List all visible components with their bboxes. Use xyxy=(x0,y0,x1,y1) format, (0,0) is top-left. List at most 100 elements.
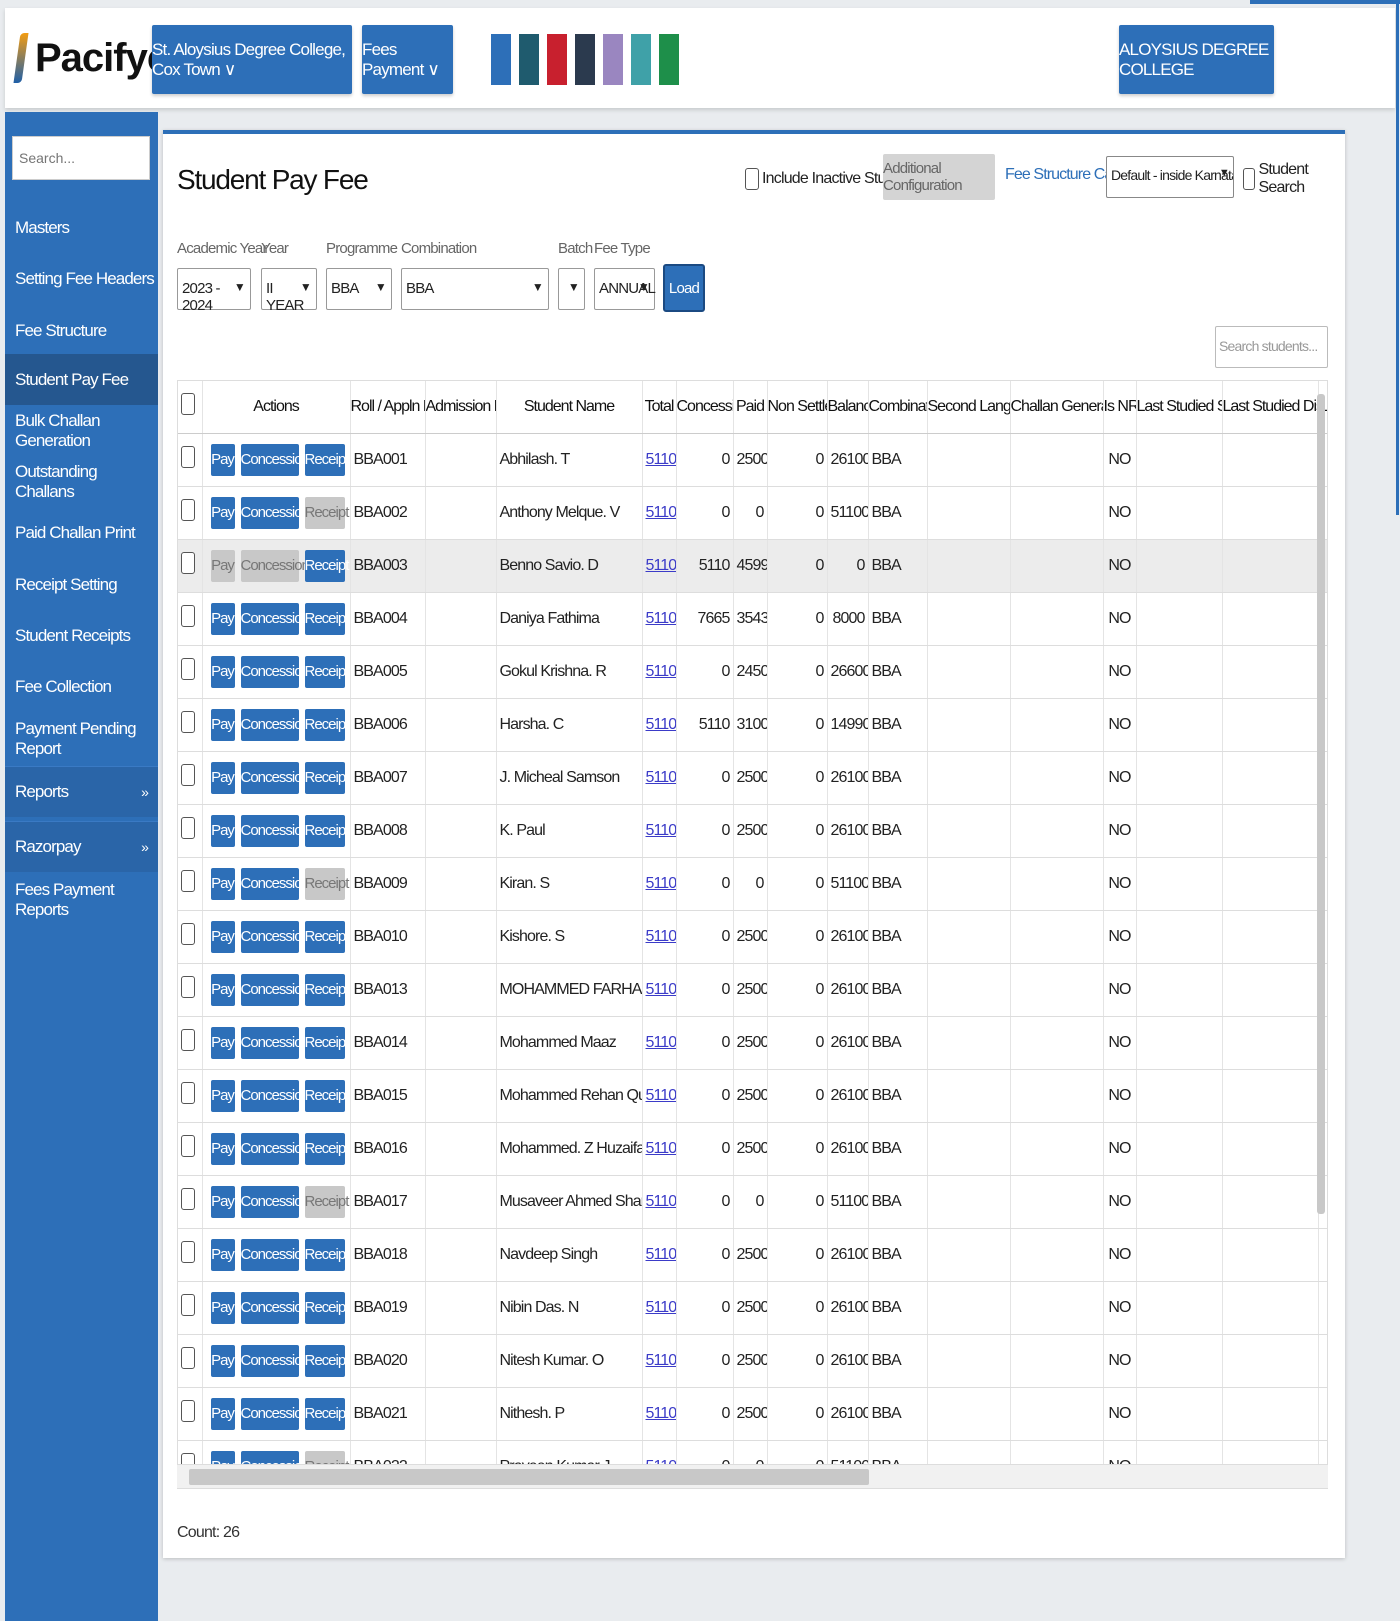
row-checkbox[interactable] xyxy=(181,1241,196,1263)
row-checkbox[interactable] xyxy=(181,1347,196,1369)
pay-button[interactable]: Pay xyxy=(210,761,235,794)
select-all-checkbox[interactable] xyxy=(181,393,196,416)
include-inactive-checkbox[interactable] xyxy=(745,168,759,190)
total-link[interactable]: 51100 xyxy=(646,610,676,627)
pay-button[interactable]: Pay xyxy=(210,655,235,688)
row-checkbox[interactable] xyxy=(181,1082,196,1104)
pay-button[interactable]: Pay xyxy=(210,1344,235,1377)
pay-button[interactable]: Pay xyxy=(210,443,235,476)
row-select-cell[interactable] xyxy=(178,1122,203,1176)
row-checkbox[interactable] xyxy=(181,658,196,680)
sidebar-item-5[interactable]: Outstanding Challans xyxy=(5,456,158,507)
total-link[interactable]: 51100 xyxy=(646,822,676,839)
pay-button[interactable]: Pay xyxy=(210,867,235,900)
concession-button[interactable]: Concession xyxy=(240,1185,310,1218)
receipt-button[interactable]: Receipt xyxy=(304,1291,349,1324)
sidebar-item-10[interactable]: Payment Pending Report xyxy=(5,713,158,764)
total-link[interactable]: 51100 xyxy=(646,769,676,786)
row-checkbox[interactable] xyxy=(181,1400,196,1422)
row-checkbox[interactable] xyxy=(181,976,196,998)
load-button[interactable]: Load xyxy=(663,264,705,312)
concession-button[interactable]: Concession xyxy=(240,920,310,953)
row-checkbox[interactable] xyxy=(181,605,196,627)
total-link[interactable]: 51100 xyxy=(646,451,676,468)
concession-button[interactable]: Concession xyxy=(240,655,310,688)
concession-button[interactable]: Concession xyxy=(240,443,310,476)
total-link[interactable]: 51100 xyxy=(646,875,676,892)
student-search-checkbox[interactable] xyxy=(1243,168,1256,190)
receipt-button[interactable]: Receipt xyxy=(304,1132,349,1165)
receipt-button[interactable]: Receipt xyxy=(304,602,349,635)
theme-swatch[interactable] xyxy=(575,34,595,85)
row-select-cell[interactable] xyxy=(178,486,203,540)
sidebar-item-2[interactable]: Fee Structure xyxy=(5,305,158,356)
sidebar-item-4[interactable]: Bulk Challan Generation xyxy=(5,405,158,456)
pay-button[interactable]: Pay xyxy=(210,1026,235,1059)
sidebar-item-8[interactable]: Student Receipts xyxy=(5,610,158,661)
pay-button[interactable]: Pay xyxy=(210,1238,235,1271)
row-select-cell[interactable] xyxy=(178,1016,203,1070)
concession-button[interactable]: Concession xyxy=(240,1238,310,1271)
total-link[interactable]: 51100 xyxy=(646,1087,676,1104)
concession-button[interactable]: Concession xyxy=(240,602,310,635)
concession-button[interactable]: Concession xyxy=(240,1026,310,1059)
receipt-button[interactable]: Receipt xyxy=(304,920,349,953)
row-select-cell[interactable] xyxy=(178,645,203,699)
receipt-button[interactable]: Receipt xyxy=(304,443,349,476)
concession-button[interactable]: Concession xyxy=(240,496,310,529)
pay-button[interactable]: Pay xyxy=(210,1079,235,1112)
receipt-button[interactable]: Receipt xyxy=(304,1185,349,1218)
horizontal-scrollbar-thumb[interactable] xyxy=(189,1469,869,1485)
sidebar-item-1[interactable]: Setting Fee Headers xyxy=(5,253,158,304)
sidebar-item-13[interactable]: Fees Payment Reports xyxy=(5,874,158,925)
row-checkbox[interactable] xyxy=(181,817,196,839)
concession-button[interactable]: Concession xyxy=(240,1344,310,1377)
row-checkbox[interactable] xyxy=(181,1135,196,1157)
sidebar-item-0[interactable]: Masters xyxy=(5,202,158,253)
row-select-cell[interactable] xyxy=(178,1281,203,1335)
total-link[interactable]: 51100 xyxy=(646,928,676,945)
concession-button[interactable]: Concession xyxy=(240,973,310,1006)
total-link[interactable]: 51100 xyxy=(646,504,676,521)
concession-button[interactable]: Concession xyxy=(240,1079,310,1112)
receipt-button[interactable]: Receipt xyxy=(304,1026,349,1059)
concession-button[interactable]: Concession xyxy=(240,761,310,794)
row-select-cell[interactable] xyxy=(178,1069,203,1123)
pay-button[interactable]: Pay xyxy=(210,973,235,1006)
vertical-scrollbar[interactable] xyxy=(1317,394,1325,1214)
receipt-button[interactable]: Receipt xyxy=(304,655,349,688)
total-link[interactable]: 51100 xyxy=(646,1405,676,1422)
theme-swatch[interactable] xyxy=(603,34,623,85)
concession-button[interactable]: Concession xyxy=(240,867,310,900)
concession-button[interactable]: Concession xyxy=(240,1132,310,1165)
pay-button[interactable]: Pay xyxy=(210,602,235,635)
select-all-header[interactable] xyxy=(178,381,203,434)
total-link[interactable]: 51100 xyxy=(646,1193,676,1210)
row-checkbox[interactable] xyxy=(181,499,196,521)
pay-button[interactable]: Pay xyxy=(210,814,235,847)
college-badge[interactable]: ALOYSIUS DEGREE COLLEGE xyxy=(1119,25,1274,94)
receipt-button[interactable]: Receipt xyxy=(304,761,349,794)
fee-type-select[interactable]: ANNUAL ▼ xyxy=(594,268,656,310)
receipt-button[interactable]: Receipt xyxy=(304,1238,349,1271)
receipt-button[interactable]: Receipt xyxy=(304,1079,349,1112)
sidebar-item-9[interactable]: Fee Collection xyxy=(5,661,158,712)
row-select-cell[interactable] xyxy=(178,592,203,646)
pay-button[interactable]: Pay xyxy=(210,549,235,582)
additional-configuration-button[interactable]: Additional Configuration xyxy=(883,154,995,200)
total-link[interactable]: 51100 xyxy=(646,1140,676,1157)
batch-select[interactable]: ▼ xyxy=(558,268,585,310)
row-select-cell[interactable] xyxy=(178,433,203,487)
row-select-cell[interactable] xyxy=(178,857,203,911)
total-link[interactable]: 51100 xyxy=(646,1299,676,1316)
sidebar-item-12[interactable]: Razorpay » xyxy=(5,821,158,872)
sidebar-item-6[interactable]: Paid Challan Print xyxy=(5,507,158,558)
row-checkbox[interactable] xyxy=(181,923,196,945)
pay-button[interactable]: Pay xyxy=(210,920,235,953)
total-link[interactable]: 51100 xyxy=(646,981,676,998)
row-select-cell[interactable] xyxy=(178,1228,203,1282)
concession-button[interactable]: Concession xyxy=(240,708,310,741)
row-checkbox[interactable] xyxy=(181,552,196,574)
theme-swatch[interactable] xyxy=(519,34,539,85)
row-select-cell[interactable] xyxy=(178,1175,203,1229)
